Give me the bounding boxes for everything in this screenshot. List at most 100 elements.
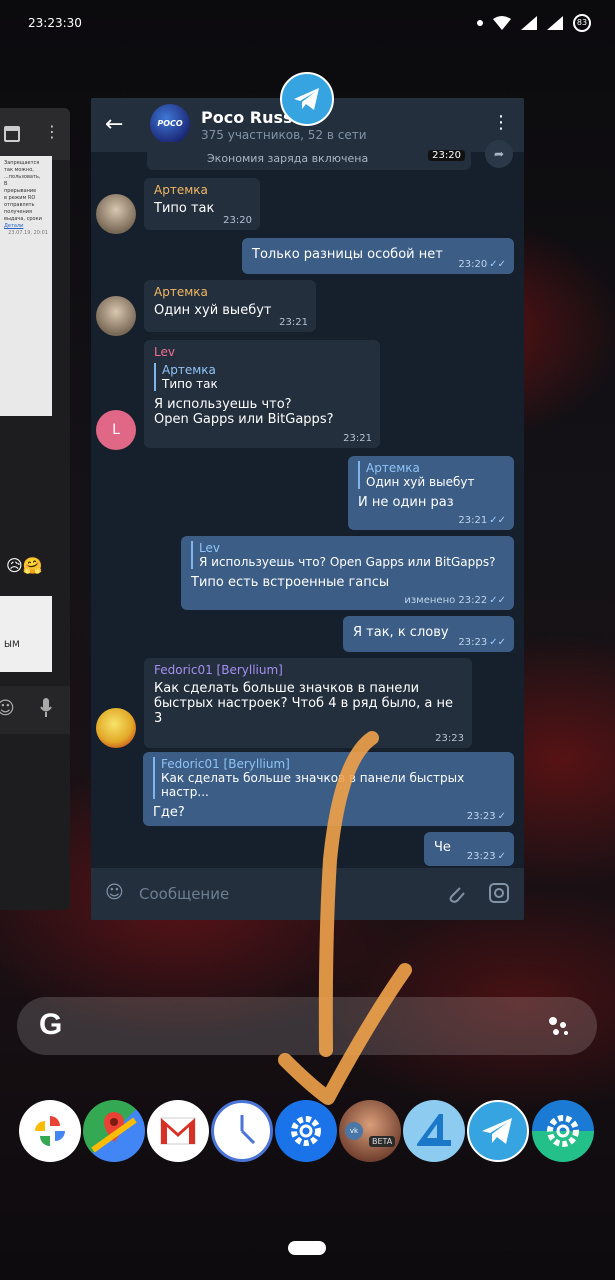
settings-icon[interactable] (275, 1100, 337, 1162)
back-arrow-icon[interactable]: ← (105, 112, 123, 137)
message-bubble-incoming[interactable]: Fedoric01 [Beryllium] Как сделать больше… (144, 658, 472, 748)
avatar-artemka[interactable] (96, 194, 136, 234)
app-dock: BETA vk (0, 1096, 615, 1164)
message-input[interactable]: Сообщение (139, 885, 229, 903)
paper-plane-icon (294, 88, 319, 110)
read-checks-icon: ✓✓ (489, 637, 506, 648)
message-list[interactable]: Экономия заряда включена 23:20 ➦ Артемка… (91, 140, 524, 868)
sender-name: Lev (154, 345, 175, 359)
vk-logo-icon: vk (345, 1122, 363, 1140)
left-card-input-bar: ☺ (0, 686, 70, 734)
message-bubble-outgoing[interactable]: Я так, к слову 23:23 ✓✓ (343, 616, 514, 652)
message-text: Типо есть встроенные гапсы (191, 575, 390, 590)
avatar-fedoric[interactable] (96, 708, 136, 748)
share-icon[interactable]: ➦ (485, 140, 513, 168)
paper-text: ЫМ (4, 640, 20, 650)
reply-sender: Артемка (366, 461, 420, 475)
status-bar: 23:23:30 83 (0, 0, 615, 48)
reply-quote[interactable]: Артемка Типо так (154, 363, 370, 391)
gmail-icon[interactable] (147, 1100, 209, 1162)
attach-icon[interactable] (446, 882, 466, 904)
google-assistant-icon[interactable] (547, 1015, 571, 1039)
message-input-bar[interactable]: ☺ Сообщение (91, 868, 524, 920)
message-text: Только разницы особой нет (252, 247, 443, 262)
aurora-store-icon[interactable] (403, 1100, 465, 1162)
message-bubble-outgoing[interactable]: Fedoric01 [Beryllium] Как сделать больше… (143, 752, 514, 826)
message-bubble-outgoing[interactable]: Артемка Один хуй выебут И не один раз 23… (348, 456, 514, 530)
sticker-icon[interactable]: ☺ (105, 882, 124, 903)
message-time: 23:21 (343, 433, 372, 444)
message-bubble-outgoing[interactable]: Че 23:23 ✓ (424, 832, 514, 866)
left-card-menu-icon: ⋮ (44, 122, 60, 141)
status-clock: 23:23:30 (28, 16, 82, 30)
google-maps-icon[interactable] (83, 1100, 145, 1162)
google-g-icon[interactable]: G (39, 1008, 62, 1042)
sender-name: Артемка (154, 285, 208, 299)
time-text: 23:21 (458, 515, 488, 526)
message-time: 23:21 ✓✓ (458, 515, 506, 526)
left-card-document: Запрещается так можно, ...пользовать, В … (0, 156, 52, 416)
service-message: Экономия заряда включена 23:20 (147, 142, 471, 170)
message-text: 3 (154, 711, 163, 726)
time-text: 23:23 (458, 637, 488, 648)
reply-quote[interactable]: Артемка Один хуй выебут (358, 461, 504, 489)
smiley-icon: ☺ (0, 698, 15, 719)
clock-icon[interactable] (211, 1100, 273, 1162)
message-text: Один хуй выебут (154, 303, 272, 318)
message-text: быстрых настроек? Чтоб 4 в ряд было, а н… (154, 696, 453, 711)
notification-dot-icon (477, 20, 483, 26)
doc-line: отправлять (4, 202, 35, 208)
home-gesture-pill[interactable] (288, 1241, 326, 1255)
avatar-artemka[interactable] (96, 296, 136, 336)
reply-text: Один хуй выебут (366, 475, 475, 489)
left-card-paper: ЫМ (0, 596, 52, 672)
vk-beta-icon[interactable]: BETA vk (339, 1100, 401, 1162)
message-text: Че (434, 840, 451, 855)
message-bubble-outgoing[interactable]: Lev Я используешь что? Open Gapps или Bi… (181, 536, 514, 610)
doc-line: так можно, (4, 167, 34, 173)
edited-label: изменено (404, 595, 456, 606)
sent-check-icon: ✓ (497, 811, 506, 822)
time-text: 23:23 (466, 811, 496, 822)
battery-icon: 83 (573, 14, 591, 32)
read-checks-icon: ✓✓ (489, 595, 506, 606)
message-time: 23:20 ✓✓ (458, 259, 506, 270)
doc-line: В (4, 181, 8, 187)
doc-line: ...пользовать, (4, 174, 41, 180)
avatar-lev[interactable]: L (96, 410, 136, 450)
message-time: изменено 23:22 ✓✓ (404, 595, 506, 606)
reply-quote[interactable]: Lev Я используешь что? Open Gapps или Bi… (191, 541, 504, 569)
telegram-app-icon[interactable] (280, 72, 334, 126)
message-text: Как сделать больше значков в панели (154, 681, 420, 696)
message-time: 23:23 ✓ (467, 851, 506, 862)
message-time: 23:23 ✓✓ (458, 637, 506, 648)
camera-icon[interactable] (488, 882, 510, 904)
more-menu-icon[interactable]: ⋮ (492, 112, 510, 133)
reply-quote[interactable]: Fedoric01 [Beryllium] Как сделать больше… (153, 757, 504, 799)
signal-2-icon (547, 16, 563, 30)
sent-check-icon: ✓ (497, 851, 506, 862)
google-photos-icon[interactable] (19, 1100, 81, 1162)
service-time: 23:20 (428, 150, 465, 161)
message-bubble-outgoing[interactable]: Только разницы особой нет 23:20 ✓✓ (242, 238, 514, 274)
doc-link: Детали (4, 223, 24, 229)
settings-alt-icon[interactable] (532, 1100, 594, 1162)
read-checks-icon: ✓✓ (489, 515, 506, 526)
message-time: 23:20 (223, 215, 252, 226)
telegram-dock-icon[interactable] (467, 1100, 529, 1162)
doc-line: Запрещается (4, 160, 40, 166)
time-text: 23:23 (466, 851, 496, 862)
message-bubble-incoming[interactable]: Артемка Один хуй выебут 23:21 (144, 280, 316, 332)
status-icons: 83 (477, 14, 591, 32)
doc-line: прерывание (4, 188, 37, 194)
recent-app-card-telegram[interactable]: ← POCO Poco Russia 375 участников, 52 в … (91, 98, 524, 920)
message-bubble-incoming[interactable]: Lev Артемка Типо так Я используешь что? … (144, 340, 380, 448)
message-text: Я используешь что? (154, 397, 292, 412)
sender-name: Артемка (154, 183, 208, 197)
doc-line: получения (4, 209, 33, 215)
recent-app-card-left[interactable]: ⋮ Запрещается так можно, ...пользовать, … (0, 108, 70, 910)
google-search-bar[interactable]: G (17, 997, 597, 1055)
read-checks-icon: ✓✓ (489, 259, 506, 270)
group-avatar[interactable]: POCO (150, 104, 190, 144)
message-bubble-incoming[interactable]: Артемка Типо так 23:20 (144, 178, 260, 230)
